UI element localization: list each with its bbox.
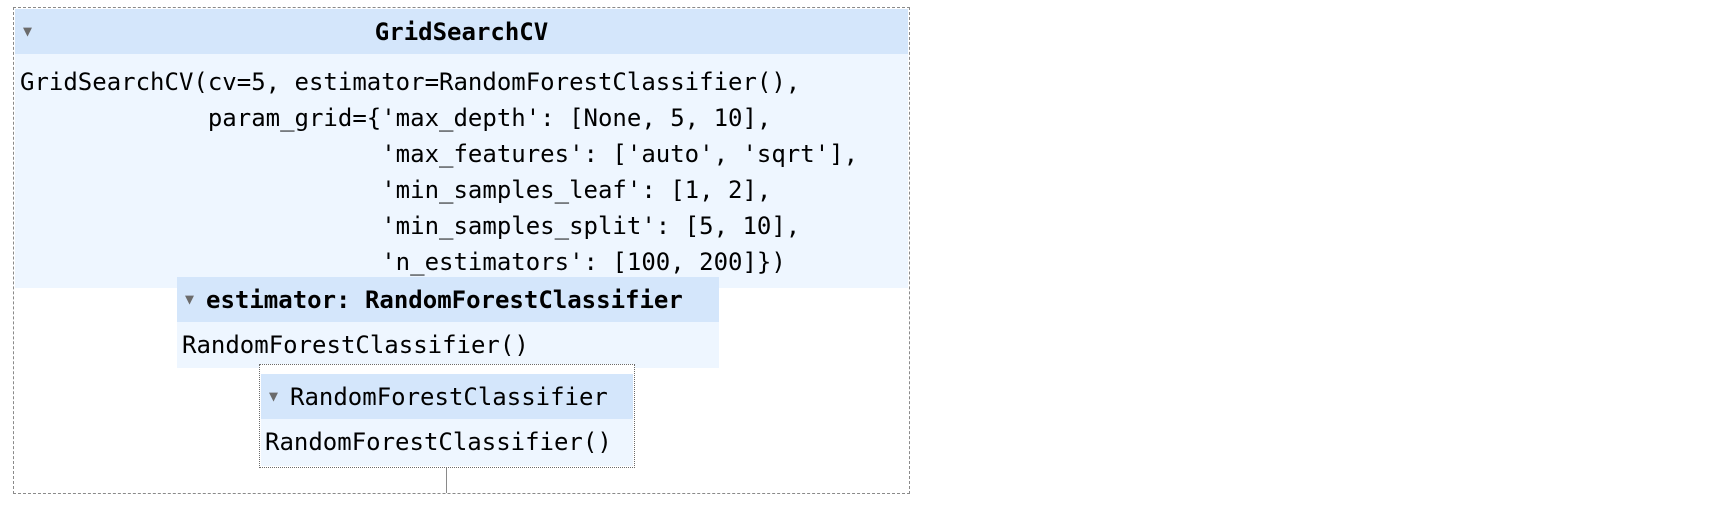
gridsearchcv-params-panel: GridSearchCV(cv=5, estimator=RandomFores… bbox=[15, 54, 908, 288]
estimator-body: RandomForestClassifier() bbox=[177, 322, 719, 368]
estimator-repr: RandomForestClassifier() bbox=[182, 331, 529, 359]
randomforest-repr: RandomForestClassifier() bbox=[265, 428, 612, 456]
caret-down-icon[interactable]: ▼ bbox=[269, 389, 278, 404]
gridsearchcv-params-text: GridSearchCV(cv=5, estimator=RandomFores… bbox=[20, 68, 859, 276]
randomforest-title: RandomForestClassifier bbox=[290, 383, 608, 411]
estimator-title: estimator: RandomForestClassifier bbox=[206, 286, 683, 314]
estimator-header[interactable]: ▼ estimator: RandomForestClassifier bbox=[177, 277, 719, 322]
caret-down-icon[interactable]: ▼ bbox=[185, 292, 194, 307]
gridsearchcv-header[interactable]: ▼ GridSearchCV bbox=[15, 9, 908, 54]
randomforest-body: RandomForestClassifier() bbox=[261, 419, 633, 466]
randomforest-container: ▼ RandomForestClassifier RandomForestCla… bbox=[259, 364, 635, 468]
connector-line bbox=[446, 468, 447, 493]
randomforest-header[interactable]: ▼ RandomForestClassifier bbox=[261, 374, 633, 419]
gridsearchcv-title: GridSearchCV bbox=[374, 18, 549, 46]
